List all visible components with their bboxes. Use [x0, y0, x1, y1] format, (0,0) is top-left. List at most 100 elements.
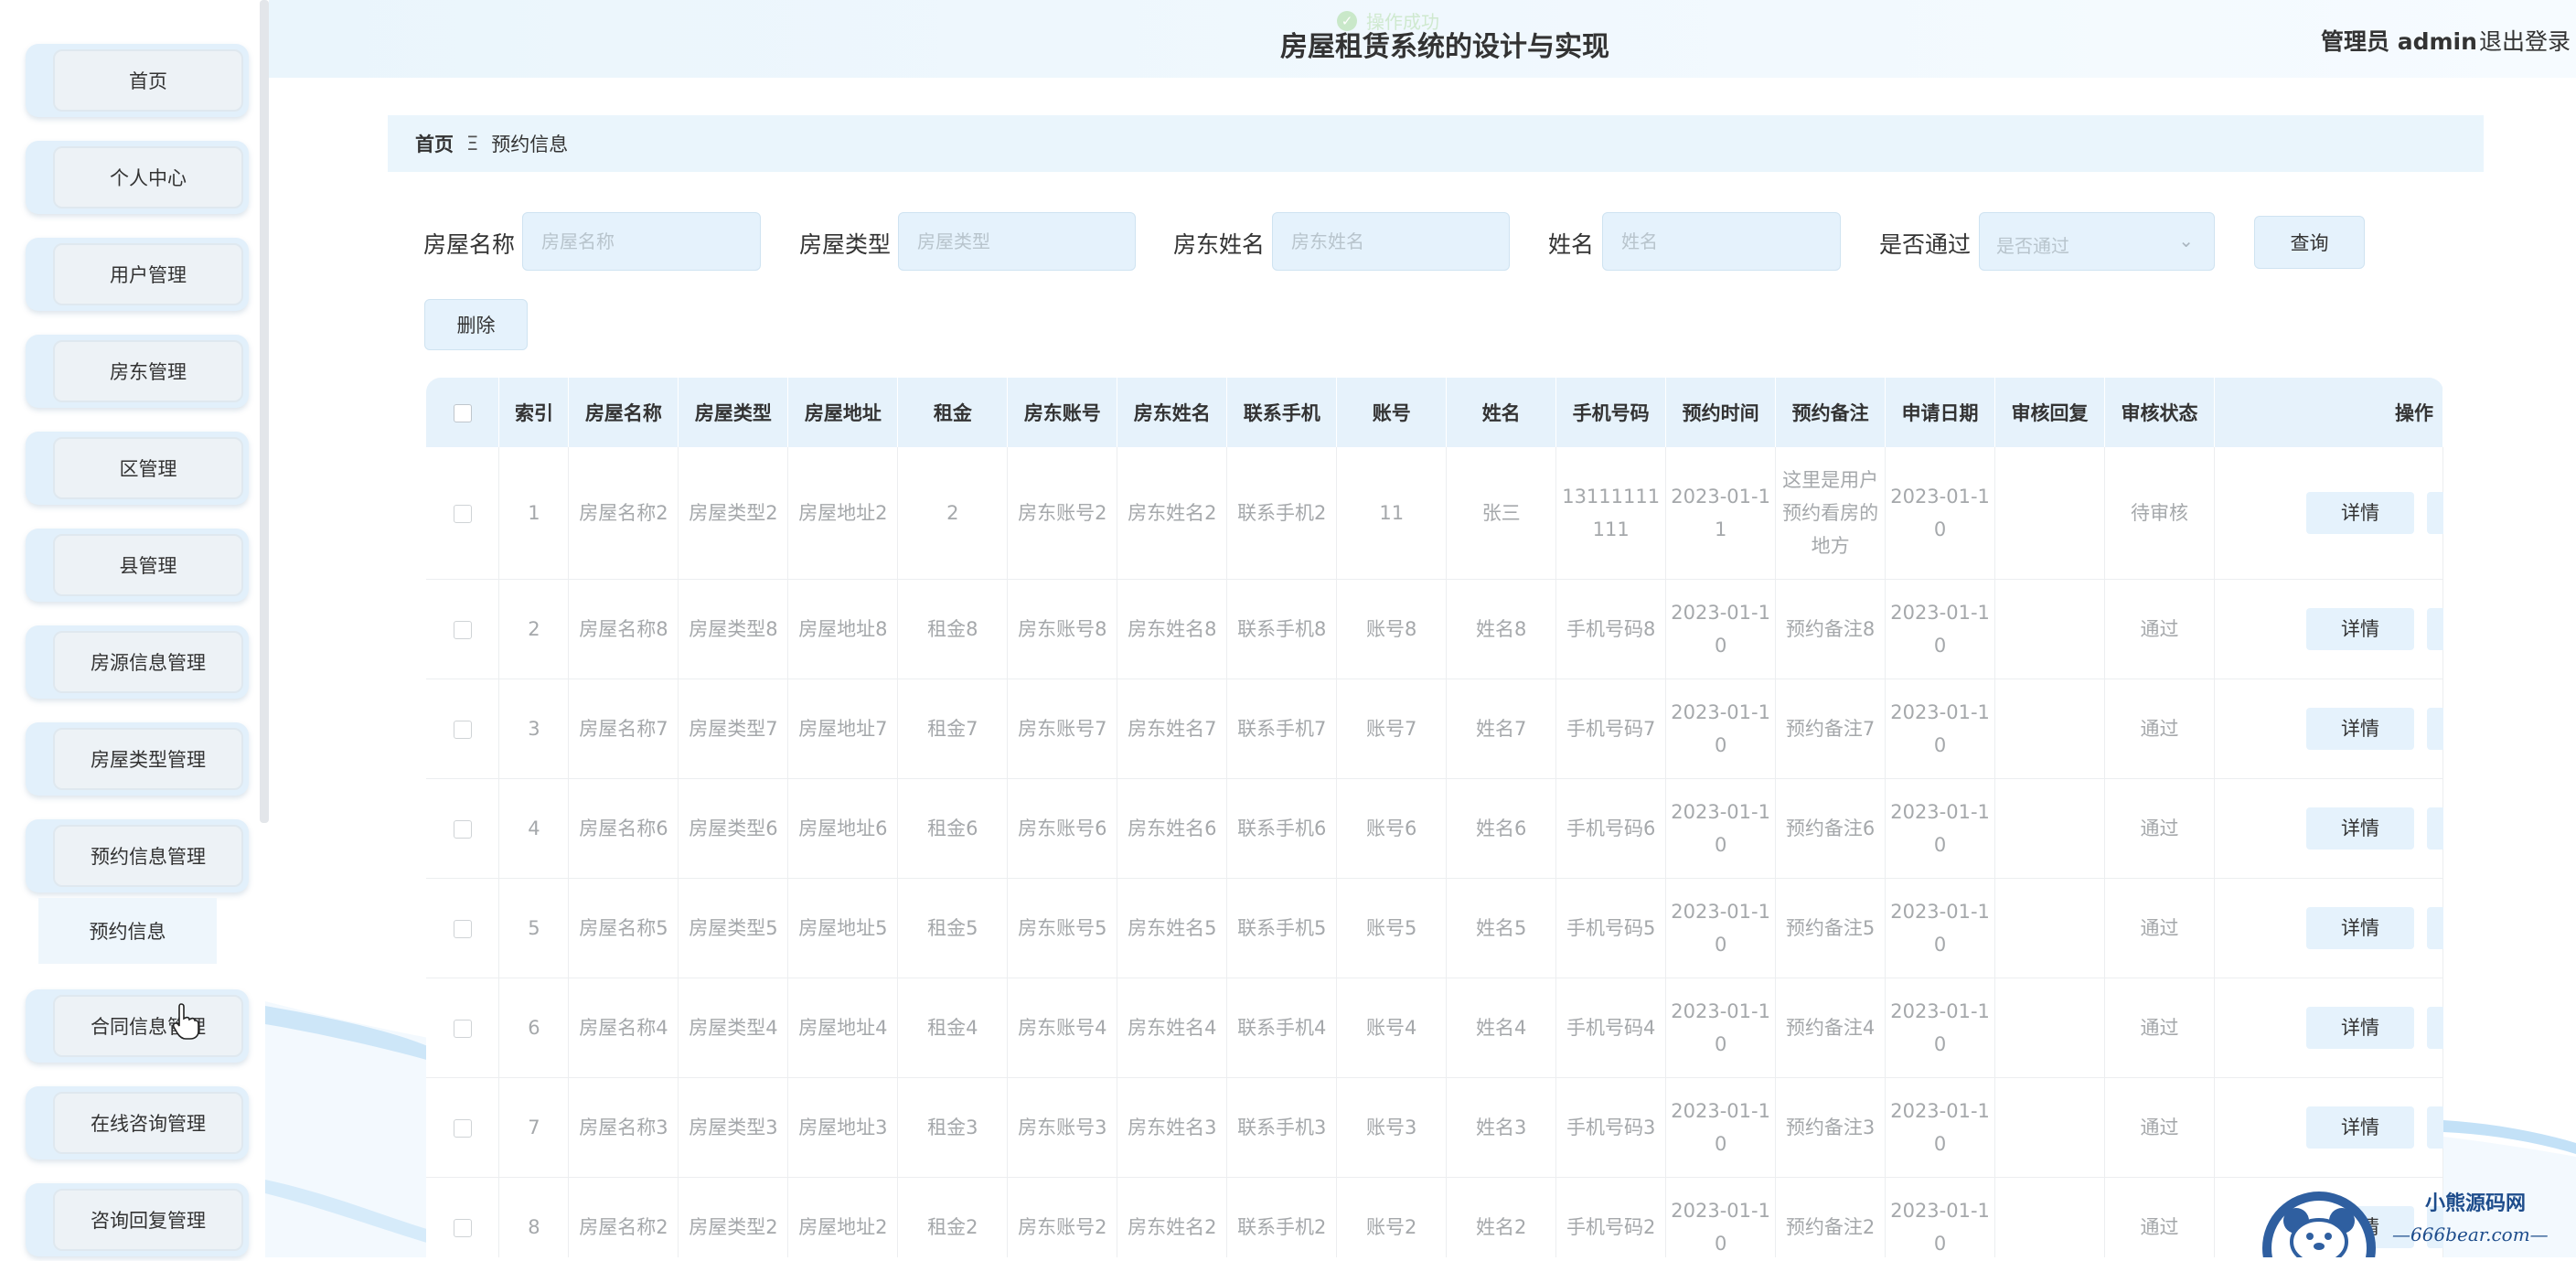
- row-checkbox[interactable]: [453, 1020, 472, 1038]
- table-cell: 姓名6: [1446, 778, 1557, 879]
- query-button[interactable]: 查询: [2254, 216, 2365, 269]
- sidebar-item-replies[interactable]: 咨询回复管理: [26, 1183, 249, 1256]
- table-cell: 房东账号3: [1007, 1077, 1118, 1178]
- more-action-button[interactable]: [2426, 708, 2443, 750]
- detail-button[interactable]: 详情: [2305, 608, 2414, 650]
- table-cell: 1: [498, 447, 570, 580]
- more-action-button[interactable]: [2426, 907, 2443, 949]
- sidebar-item-label: 房屋类型管理: [53, 728, 243, 790]
- chevron-down-icon: ⌄: [2178, 230, 2194, 251]
- more-action-button[interactable]: [2426, 608, 2443, 650]
- more-action-button[interactable]: [2426, 807, 2443, 850]
- more-action-button[interactable]: [2426, 1007, 2443, 1049]
- row-select-cell[interactable]: [426, 1077, 500, 1178]
- table-cell: 联系手机4: [1226, 978, 1338, 1078]
- sidebar-item-label: 预约信息管理: [53, 825, 243, 887]
- table-cell: 通过: [2104, 978, 2215, 1078]
- more-action-button[interactable]: [2426, 492, 2443, 534]
- sidebar-item-home[interactable]: 首页: [26, 44, 249, 117]
- table-cell: 房东姓名3: [1117, 1077, 1228, 1178]
- table-cell: 房屋类型2: [678, 447, 789, 580]
- column-header: 手机号码: [1555, 378, 1667, 447]
- row-checkbox[interactable]: [453, 920, 472, 938]
- sidebar-item-profile[interactable]: 个人中心: [26, 141, 249, 214]
- table-cell: 房屋地址6: [787, 778, 899, 879]
- table-cell: 2023-01-10: [1665, 1177, 1777, 1257]
- watermark: 小熊源码网 —666bear.com—: [2255, 1180, 2576, 1261]
- row-checkbox[interactable]: [453, 820, 472, 839]
- table-cell: 房东姓名4: [1117, 978, 1228, 1078]
- submenu-item-reservation-info[interactable]: 预约信息: [38, 898, 217, 964]
- sidebar: 首页 个人中心 用户管理 房东管理 区管理 县管理 房源信息管理 房屋类型管理 …: [0, 0, 265, 1257]
- row-select-cell[interactable]: [426, 1177, 500, 1257]
- row-select-cell[interactable]: [426, 878, 500, 978]
- table-cell: 2023-01-10: [1885, 579, 1996, 679]
- table-cell: 房屋类型3: [678, 1077, 789, 1178]
- logout-link[interactable]: 退出登录: [2479, 24, 2571, 57]
- row-checkbox[interactable]: [453, 621, 472, 639]
- table-cell: 预约备注2: [1775, 1177, 1887, 1257]
- table-cell: 待审核: [2104, 447, 2215, 580]
- table-cell: 通过: [2104, 1177, 2215, 1257]
- table-cell: 2023-01-10: [1665, 978, 1777, 1078]
- sidebar-item-landlords[interactable]: 房东管理: [26, 335, 249, 408]
- detail-button[interactable]: 详情: [2305, 807, 2414, 850]
- sidebar-item-listings[interactable]: 房源信息管理: [26, 625, 249, 699]
- house-name-input[interactable]: [522, 212, 761, 271]
- name-input[interactable]: [1602, 212, 1841, 271]
- table-cell: 账号8: [1336, 579, 1448, 679]
- column-header: 审核状态: [2104, 378, 2215, 447]
- row-select-cell[interactable]: [426, 447, 500, 580]
- detail-button[interactable]: 详情: [2305, 1007, 2414, 1049]
- table-cell: [1994, 1177, 2106, 1257]
- sidebar-item-contracts[interactable]: 合同信息管理: [26, 989, 249, 1063]
- table-cell: 联系手机2: [1226, 1177, 1338, 1257]
- table-cell: 房屋名称3: [568, 1077, 679, 1178]
- approved-select[interactable]: 是否通过 ⌄: [1979, 212, 2215, 271]
- more-action-button[interactable]: [2426, 1106, 2443, 1149]
- table-cell: 预约备注8: [1775, 579, 1887, 679]
- table-cell: 姓名8: [1446, 579, 1557, 679]
- sidebar-item-reservations[interactable]: 预约信息管理: [26, 819, 249, 892]
- sidebar-item-county[interactable]: 县管理: [26, 529, 249, 602]
- select-all-checkbox[interactable]: [453, 404, 472, 422]
- select-all-cell[interactable]: [426, 378, 500, 447]
- row-actions-cell: 详情: [2214, 778, 2443, 879]
- table-cell: 手机号码2: [1555, 1177, 1667, 1257]
- sidebar-item-consultation[interactable]: 在线咨询管理: [26, 1086, 249, 1159]
- table-cell: 联系手机8: [1226, 579, 1338, 679]
- row-checkbox[interactable]: [453, 1119, 472, 1138]
- sidebar-scrollbar[interactable]: [260, 0, 269, 823]
- table-cell: 2: [897, 447, 1009, 580]
- breadcrumb-home[interactable]: 首页: [415, 130, 454, 157]
- row-select-cell[interactable]: [426, 978, 500, 1078]
- table-cell: 房屋地址7: [787, 679, 899, 779]
- page-title: 房屋租赁系统的设计与实现: [1280, 31, 1609, 63]
- table-cell: [1994, 447, 2106, 580]
- table-cell: 房屋地址4: [787, 978, 899, 1078]
- table-cell: 房屋类型5: [678, 878, 789, 978]
- row-checkbox[interactable]: [453, 721, 472, 739]
- breadcrumb-current: 预约信息: [491, 134, 569, 155]
- row-select-cell[interactable]: [426, 778, 500, 879]
- table-cell: 租金7: [897, 679, 1009, 779]
- sidebar-item-users[interactable]: 用户管理: [26, 238, 249, 311]
- sidebar-item-label: 咨询回复管理: [53, 1189, 243, 1251]
- row-select-cell[interactable]: [426, 679, 500, 779]
- detail-button[interactable]: 详情: [2305, 1106, 2414, 1149]
- row-checkbox[interactable]: [453, 505, 472, 523]
- table-cell: 通过: [2104, 679, 2215, 779]
- landlord-name-input[interactable]: [1272, 212, 1510, 271]
- sidebar-item-house-types[interactable]: 房屋类型管理: [26, 722, 249, 796]
- detail-button[interactable]: 详情: [2305, 708, 2414, 750]
- house-type-input[interactable]: [898, 212, 1136, 271]
- column-header: 申请日期: [1885, 378, 1996, 447]
- detail-button[interactable]: 详情: [2305, 492, 2414, 534]
- delete-button[interactable]: 删除: [424, 299, 528, 350]
- row-checkbox[interactable]: [453, 1219, 472, 1237]
- table-cell: 手机号码3: [1555, 1077, 1667, 1178]
- sidebar-item-district[interactable]: 区管理: [26, 432, 249, 505]
- row-select-cell[interactable]: [426, 579, 500, 679]
- table-cell: 房东账号7: [1007, 679, 1118, 779]
- detail-button[interactable]: 详情: [2305, 907, 2414, 949]
